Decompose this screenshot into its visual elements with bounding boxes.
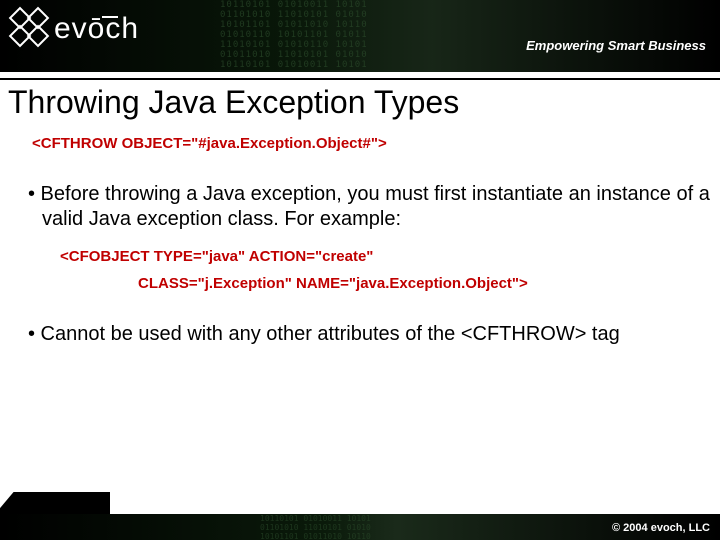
code-cfobject-line2: CLASS="j.Exception" NAME="java.Exception… xyxy=(138,275,712,292)
slide-title: Throwing Java Exception Types xyxy=(8,84,712,121)
header-bar: 10110101 01010011 10101 01101010 1101010… xyxy=(0,0,720,72)
macron-accent xyxy=(102,16,118,18)
slide-content: Throwing Java Exception Types <CFTHROW O… xyxy=(0,84,720,363)
bullet-instantiate: • Before throwing a Java exception, you … xyxy=(28,182,712,232)
copyright-text: © 2004 evoch, LLC xyxy=(612,522,710,534)
code-cfobject-line1: <CFOBJECT TYPE="java" ACTION="create" xyxy=(60,248,712,265)
code-cfthrow: <CFTHROW OBJECT="#java.Exception.Object#… xyxy=(32,135,712,152)
footer-bar: 10110101 01010011 10101 01101010 1101010… xyxy=(0,514,720,540)
brand-name: evōch xyxy=(54,12,139,46)
logo-diamonds-icon xyxy=(12,10,46,44)
brand-logo: evōch xyxy=(12,10,139,44)
binary-texture: 10110101 01010011 10101 01101010 1101010… xyxy=(220,0,500,72)
footer-binary-texture: 10110101 01010011 10101 01101010 1101010… xyxy=(260,514,480,540)
brand-tagline: Empowering Smart Business xyxy=(526,38,706,53)
footer-slash-decoration xyxy=(0,492,110,514)
header-rule xyxy=(0,78,720,80)
brand-name-text: evōch xyxy=(54,12,139,45)
bullet-restriction: • Cannot be used with any other attribut… xyxy=(28,322,712,347)
